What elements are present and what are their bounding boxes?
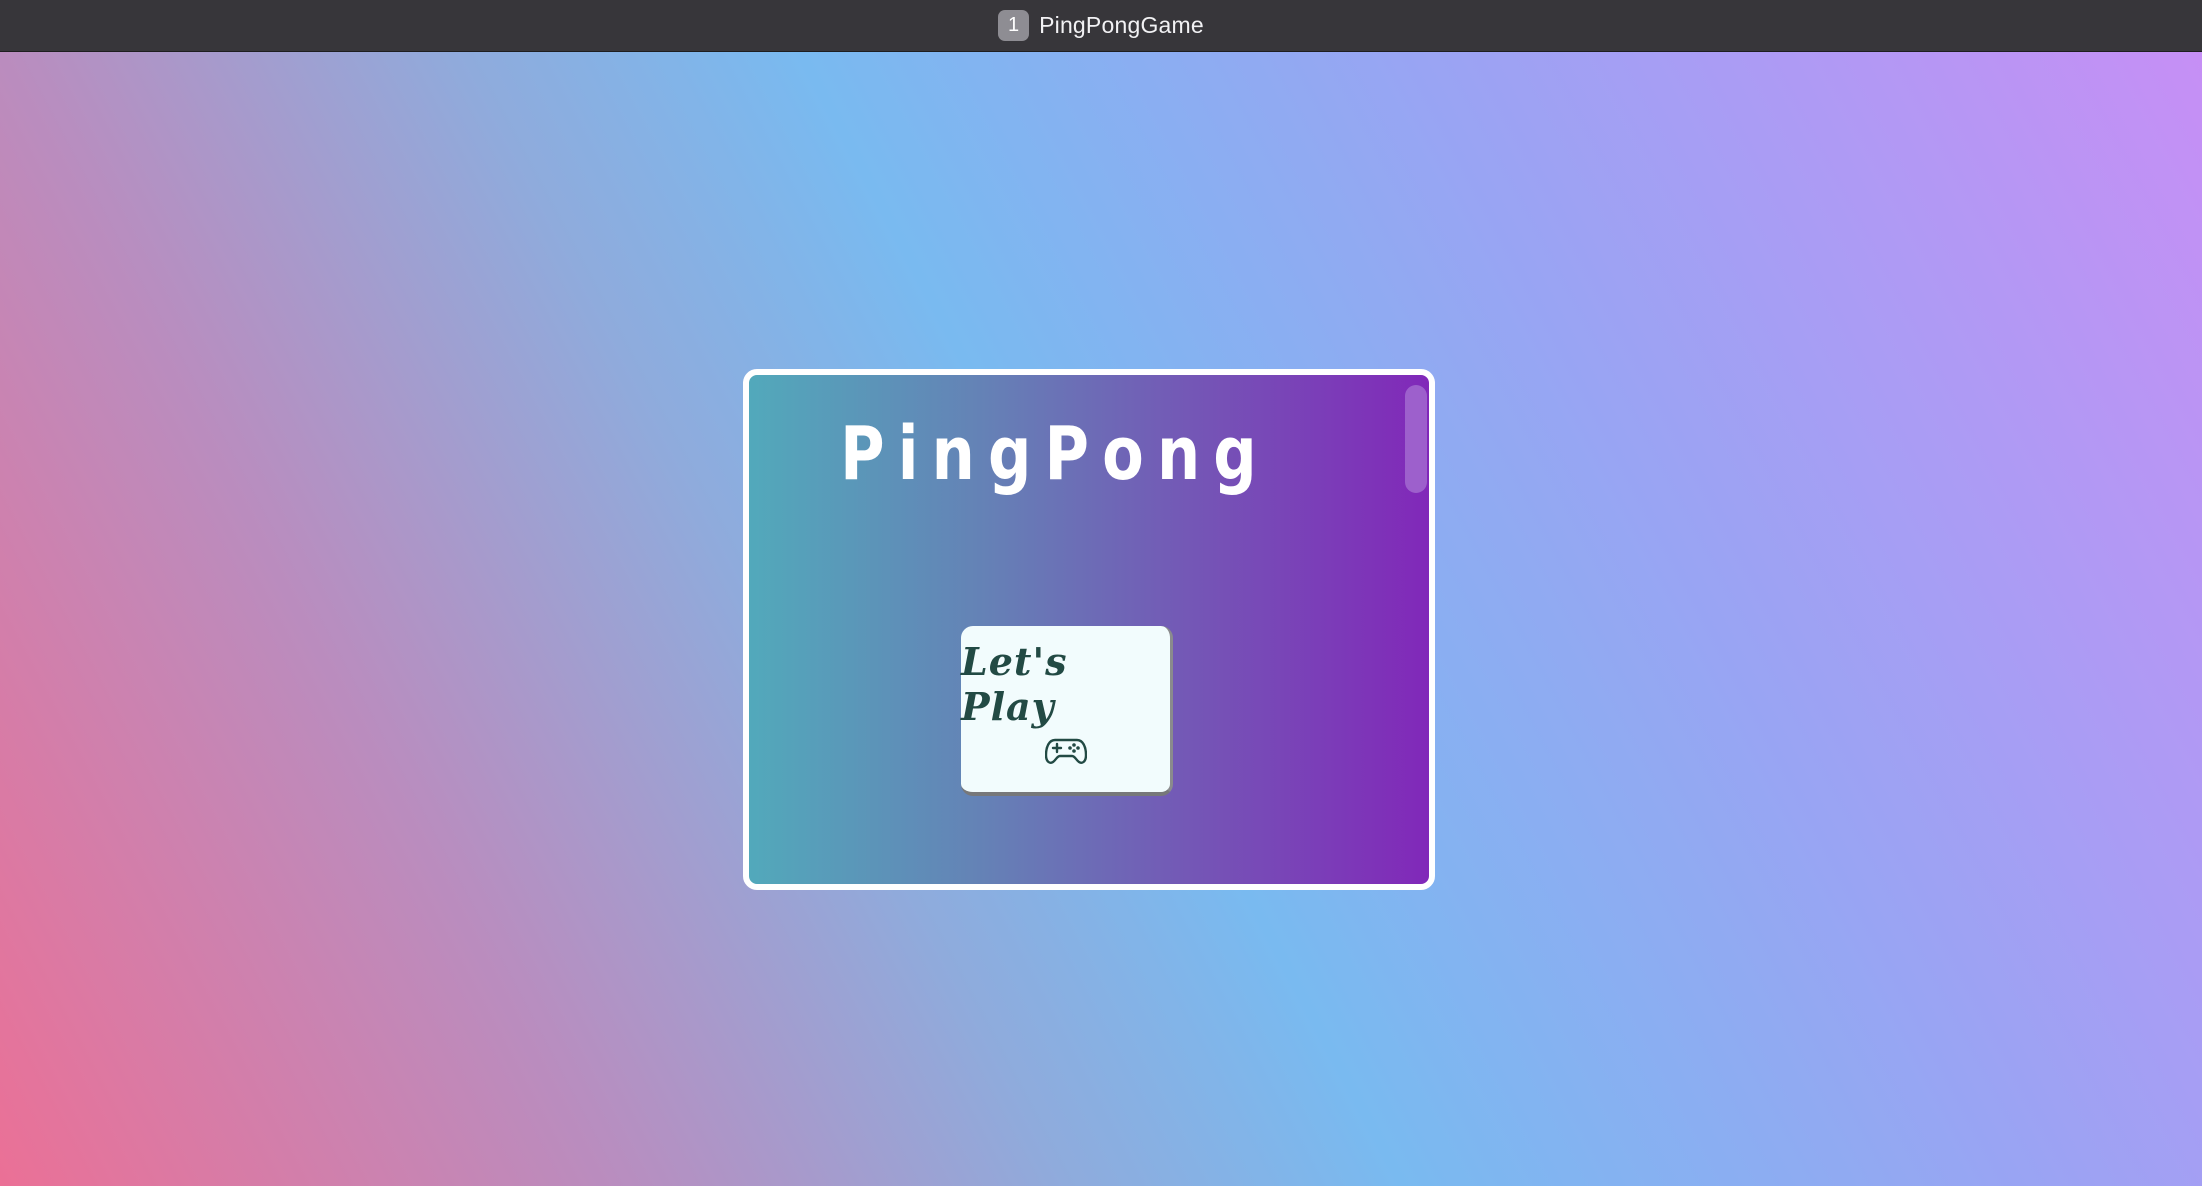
lets-play-button[interactable]: Let's Play [961,626,1173,796]
window-title-group: 1 PingPongGame [998,10,1204,41]
window-titlebar: 1 PingPongGame [0,0,2202,52]
game-title: PingPong [840,411,1270,497]
play-button-label: Let's Play [961,639,1068,729]
page-background: PingPong Let's Play [0,52,2202,1186]
scrollbar-thumb[interactable] [1405,385,1427,493]
gamepad-icon [1044,738,1087,764]
tab-number-badge: 1 [998,10,1030,41]
game-card: PingPong Let's Play [743,369,1435,890]
window-title: PingPongGame [1039,12,1204,38]
